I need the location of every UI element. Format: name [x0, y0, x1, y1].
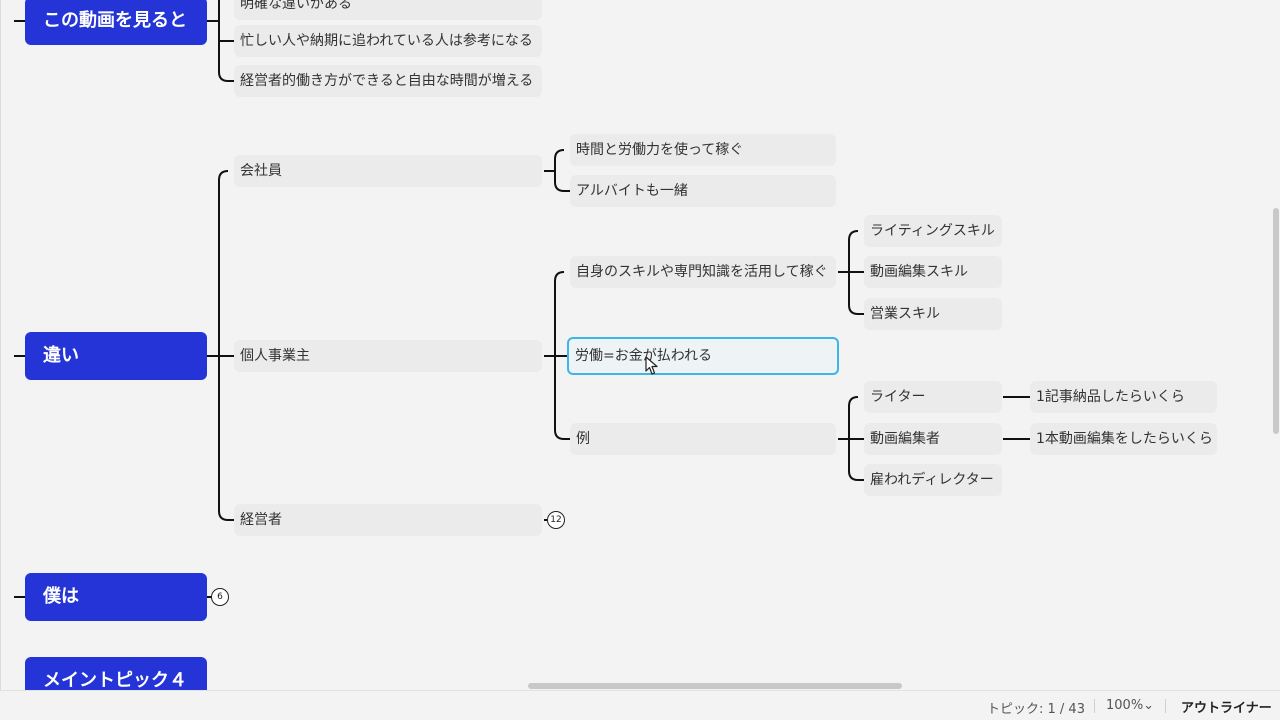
topic-douga-henshusha[interactable]: 動画編集者: [864, 423, 1002, 455]
topic-isogashii[interactable]: 忙しい人や納期に追われている人は参考になる: [234, 25, 542, 57]
outliner-button[interactable]: アウトライナー: [1181, 697, 1272, 716]
topic-writer[interactable]: ライター: [864, 381, 1002, 413]
vertical-scrollbar[interactable]: [1273, 208, 1279, 434]
zoom-dropdown[interactable]: 100%⌄: [1106, 698, 1154, 713]
topic-douga-skill[interactable]: 動画編集スキル: [864, 256, 1002, 288]
topic-counter: トピック: 1 / 43: [987, 702, 1085, 717]
status-divider: [1165, 699, 1166, 713]
zoom-level: 100%: [1106, 698, 1144, 713]
topic-jikan-rodo[interactable]: 時間と労働力を使って稼ぐ: [570, 134, 836, 166]
main-topic-kono-douga[interactable]: この動画を見ると: [25, 0, 207, 45]
collapse-count-badge-bokuwa[interactable]: 6: [211, 588, 229, 606]
topic-jishin-skill[interactable]: 自身のスキルや専門知識を活用して稼ぐ: [570, 256, 836, 288]
main-topic-chigai[interactable]: 違い: [25, 332, 207, 380]
topic-arubaito[interactable]: アルバイトも一緒: [570, 175, 836, 207]
topic-keieisha[interactable]: 経営者: [234, 504, 542, 536]
horizontal-scrollbar[interactable]: [528, 683, 902, 689]
topic-rodo-okane-selected[interactable]: 労働=お金が払われる: [567, 337, 839, 375]
topic-keieishateki[interactable]: 経営者的働き方ができると自由な時間が増える: [234, 65, 542, 97]
main-topic-bokuwa[interactable]: 僕は: [25, 573, 207, 621]
topic-1pon-douga[interactable]: 1本動画編集をしたらいくら: [1030, 423, 1217, 455]
collapse-count-badge-keieisha[interactable]: 12: [547, 511, 565, 529]
topic-kojin-jigyonushi[interactable]: 個人事業主: [234, 340, 542, 372]
canvas-left-edge: [0, 0, 1, 690]
mindmap-canvas[interactable]: この動画を見ると 違い 僕は メイントピック４ 明確な違いがある 忙しい人や納期…: [0, 0, 1280, 690]
chevron-down-icon: ⌄: [1143, 698, 1155, 713]
topic-meikaku[interactable]: 明確な違いがある: [234, 0, 542, 20]
status-divider: [1094, 699, 1095, 713]
topic-1kiji[interactable]: 1記事納品したらいくら: [1030, 381, 1217, 413]
topic-yatoware-director[interactable]: 雇われディレクター: [864, 464, 1002, 496]
status-bar: トピック: 1 / 43 100%⌄ アウトライナー: [0, 690, 1280, 720]
topic-kaishain[interactable]: 会社員: [234, 155, 542, 187]
mouse-cursor-icon: [645, 356, 658, 375]
topic-rei[interactable]: 例: [570, 423, 836, 455]
topic-eigyo-skill[interactable]: 営業スキル: [864, 298, 1002, 330]
main-topic-4[interactable]: メイントピック４: [25, 657, 207, 690]
topic-writing-skill[interactable]: ライティングスキル: [864, 215, 1002, 247]
